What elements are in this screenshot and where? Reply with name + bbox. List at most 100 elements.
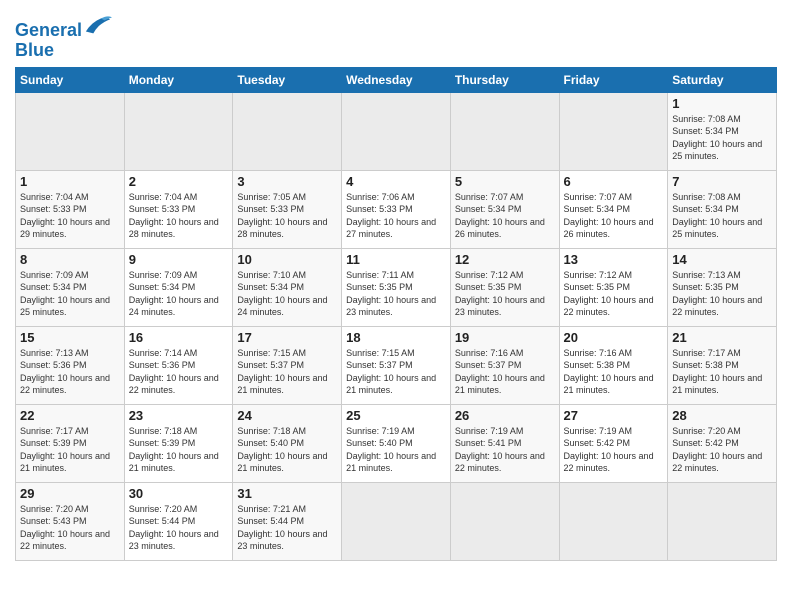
day-info: Sunrise: 7:08 AMSunset: 5:34 PMDaylight:… xyxy=(672,113,772,163)
day-number: 18 xyxy=(346,330,446,345)
calendar-cell: 30 Sunrise: 7:20 AMSunset: 5:44 PMDayligh… xyxy=(124,482,233,560)
calendar-cell: 24Sunrise: 7:18 AMSunset: 5:40 PMDayligh… xyxy=(233,404,342,482)
day-number: 12 xyxy=(455,252,555,267)
day-info: Sunrise: 7:19 AMSunset: 5:41 PMDaylight:… xyxy=(455,425,555,475)
day-number: 13 xyxy=(564,252,664,267)
col-header-saturday: Saturday xyxy=(668,67,777,92)
week-row-5: 29 Sunrise: 7:20 AMSunset: 5:43 PMDayligh… xyxy=(16,482,777,560)
day-number: 1 xyxy=(672,96,772,111)
calendar-cell: 11 Sunrise: 7:11 AMSunset: 5:35 PMDayligh… xyxy=(342,248,451,326)
day-number: 29 xyxy=(20,486,120,501)
day-info: Sunrise: 7:18 AMSunset: 5:40 PMDaylight:… xyxy=(237,425,337,475)
day-number: 11 xyxy=(346,252,446,267)
day-number: 4 xyxy=(346,174,446,189)
calendar-cell: 6 Sunrise: 7:07 AMSunset: 5:34 PMDaylight… xyxy=(559,170,668,248)
day-info: Sunrise: 7:09 AMSunset: 5:34 PMDaylight:… xyxy=(129,269,229,319)
logo-text: General xyxy=(15,14,112,41)
day-number: 28 xyxy=(672,408,772,423)
day-number: 16 xyxy=(129,330,229,345)
day-number: 9 xyxy=(129,252,229,267)
col-header-tuesday: Tuesday xyxy=(233,67,342,92)
day-number: 8 xyxy=(20,252,120,267)
week-row-1: 1 Sunrise: 7:04 AMSunset: 5:33 PMDaylight… xyxy=(16,170,777,248)
col-header-sunday: Sunday xyxy=(16,67,125,92)
day-info: Sunrise: 7:19 AMSunset: 5:40 PMDaylight:… xyxy=(346,425,446,475)
calendar-cell xyxy=(559,482,668,560)
day-info: Sunrise: 7:16 AMSunset: 5:37 PMDaylight:… xyxy=(455,347,555,397)
day-info: Sunrise: 7:15 AMSunset: 5:37 PMDaylight:… xyxy=(346,347,446,397)
day-info: Sunrise: 7:14 AMSunset: 5:36 PMDaylight:… xyxy=(129,347,229,397)
calendar-cell: 10Sunrise: 7:10 AMSunset: 5:34 PMDayligh… xyxy=(233,248,342,326)
calendar-cell xyxy=(450,482,559,560)
day-number: 25 xyxy=(346,408,446,423)
day-number: 21 xyxy=(672,330,772,345)
day-info: Sunrise: 7:20 AMSunset: 5:43 PMDaylight:… xyxy=(20,503,120,553)
day-info: Sunrise: 7:05 AMSunset: 5:33 PMDaylight:… xyxy=(237,191,337,241)
day-info: Sunrise: 7:17 AMSunset: 5:38 PMDaylight:… xyxy=(672,347,772,397)
calendar-cell: 29 Sunrise: 7:20 AMSunset: 5:43 PMDayligh… xyxy=(16,482,125,560)
day-info: Sunrise: 7:16 AMSunset: 5:38 PMDaylight:… xyxy=(564,347,664,397)
day-number: 20 xyxy=(564,330,664,345)
day-info: Sunrise: 7:13 AMSunset: 5:35 PMDaylight:… xyxy=(672,269,772,319)
day-info: Sunrise: 7:12 AMSunset: 5:35 PMDaylight:… xyxy=(564,269,664,319)
calendar-cell: 25 Sunrise: 7:19 AMSunset: 5:40 PMDayligh… xyxy=(342,404,451,482)
calendar-cell: 31 Sunrise: 7:21 AMSunset: 5:44 PMDayligh… xyxy=(233,482,342,560)
day-number: 31 xyxy=(237,486,337,501)
week-row-3: 15Sunrise: 7:13 AMSunset: 5:36 PMDayligh… xyxy=(16,326,777,404)
day-number: 26 xyxy=(455,408,555,423)
calendar-cell: 17Sunrise: 7:15 AMSunset: 5:37 PMDayligh… xyxy=(233,326,342,404)
calendar-container: General Blue SundayMondayTuesdayWednesda… xyxy=(0,0,792,571)
day-number: 14 xyxy=(672,252,772,267)
day-number: 2 xyxy=(129,174,229,189)
calendar-cell: 1 Sunrise: 7:04 AMSunset: 5:33 PMDaylight… xyxy=(16,170,125,248)
day-info: Sunrise: 7:04 AMSunset: 5:33 PMDaylight:… xyxy=(20,191,120,241)
calendar-cell: 19 Sunrise: 7:16 AMSunset: 5:37 PMDayligh… xyxy=(450,326,559,404)
day-number: 19 xyxy=(455,330,555,345)
header-row: SundayMondayTuesdayWednesdayThursdayFrid… xyxy=(16,67,777,92)
day-info: Sunrise: 7:21 AMSunset: 5:44 PMDaylight:… xyxy=(237,503,337,553)
calendar-cell: 2Sunrise: 7:04 AMSunset: 5:33 PMDaylight… xyxy=(124,170,233,248)
calendar-cell xyxy=(233,92,342,170)
logo-subtext: Blue xyxy=(15,41,112,61)
day-info: Sunrise: 7:18 AMSunset: 5:39 PMDaylight:… xyxy=(129,425,229,475)
day-info: Sunrise: 7:12 AMSunset: 5:35 PMDaylight:… xyxy=(455,269,555,319)
logo-bird-icon xyxy=(84,14,112,36)
day-info: Sunrise: 7:08 AMSunset: 5:34 PMDaylight:… xyxy=(672,191,772,241)
day-number: 22 xyxy=(20,408,120,423)
calendar-cell xyxy=(450,92,559,170)
week-row-2: 8 Sunrise: 7:09 AMSunset: 5:34 PMDaylight… xyxy=(16,248,777,326)
day-info: Sunrise: 7:09 AMSunset: 5:34 PMDaylight:… xyxy=(20,269,120,319)
day-number: 1 xyxy=(20,174,120,189)
calendar-cell: 27Sunrise: 7:19 AMSunset: 5:42 PMDayligh… xyxy=(559,404,668,482)
day-info: Sunrise: 7:13 AMSunset: 5:36 PMDaylight:… xyxy=(20,347,120,397)
day-info: Sunrise: 7:20 AMSunset: 5:44 PMDaylight:… xyxy=(129,503,229,553)
day-info: Sunrise: 7:11 AMSunset: 5:35 PMDaylight:… xyxy=(346,269,446,319)
calendar-cell: 3Sunrise: 7:05 AMSunset: 5:33 PMDaylight… xyxy=(233,170,342,248)
calendar-cell xyxy=(124,92,233,170)
calendar-cell: 14 Sunrise: 7:13 AMSunset: 5:35 PMDayligh… xyxy=(668,248,777,326)
calendar-cell: 13 Sunrise: 7:12 AMSunset: 5:35 PMDayligh… xyxy=(559,248,668,326)
calendar-cell: 28Sunrise: 7:20 AMSunset: 5:42 PMDayligh… xyxy=(668,404,777,482)
day-number: 5 xyxy=(455,174,555,189)
calendar-cell xyxy=(668,482,777,560)
day-number: 30 xyxy=(129,486,229,501)
col-header-wednesday: Wednesday xyxy=(342,67,451,92)
calendar-cell xyxy=(342,92,451,170)
day-number: 6 xyxy=(564,174,664,189)
calendar-cell: 15Sunrise: 7:13 AMSunset: 5:36 PMDayligh… xyxy=(16,326,125,404)
calendar-cell xyxy=(342,482,451,560)
header: General Blue xyxy=(15,10,777,61)
calendar-cell: 16 Sunrise: 7:14 AMSunset: 5:36 PMDayligh… xyxy=(124,326,233,404)
week-row-0: 1 Sunrise: 7:08 AMSunset: 5:34 PMDaylight… xyxy=(16,92,777,170)
calendar-cell: 23Sunrise: 7:18 AMSunset: 5:39 PMDayligh… xyxy=(124,404,233,482)
col-header-thursday: Thursday xyxy=(450,67,559,92)
calendar-cell xyxy=(559,92,668,170)
calendar-cell: 26 Sunrise: 7:19 AMSunset: 5:41 PMDayligh… xyxy=(450,404,559,482)
day-info: Sunrise: 7:10 AMSunset: 5:34 PMDaylight:… xyxy=(237,269,337,319)
day-info: Sunrise: 7:06 AMSunset: 5:33 PMDaylight:… xyxy=(346,191,446,241)
day-info: Sunrise: 7:07 AMSunset: 5:34 PMDaylight:… xyxy=(564,191,664,241)
calendar-cell: 7 Sunrise: 7:08 AMSunset: 5:34 PMDaylight… xyxy=(668,170,777,248)
day-number: 7 xyxy=(672,174,772,189)
col-header-monday: Monday xyxy=(124,67,233,92)
calendar-cell: 22Sunrise: 7:17 AMSunset: 5:39 PMDayligh… xyxy=(16,404,125,482)
